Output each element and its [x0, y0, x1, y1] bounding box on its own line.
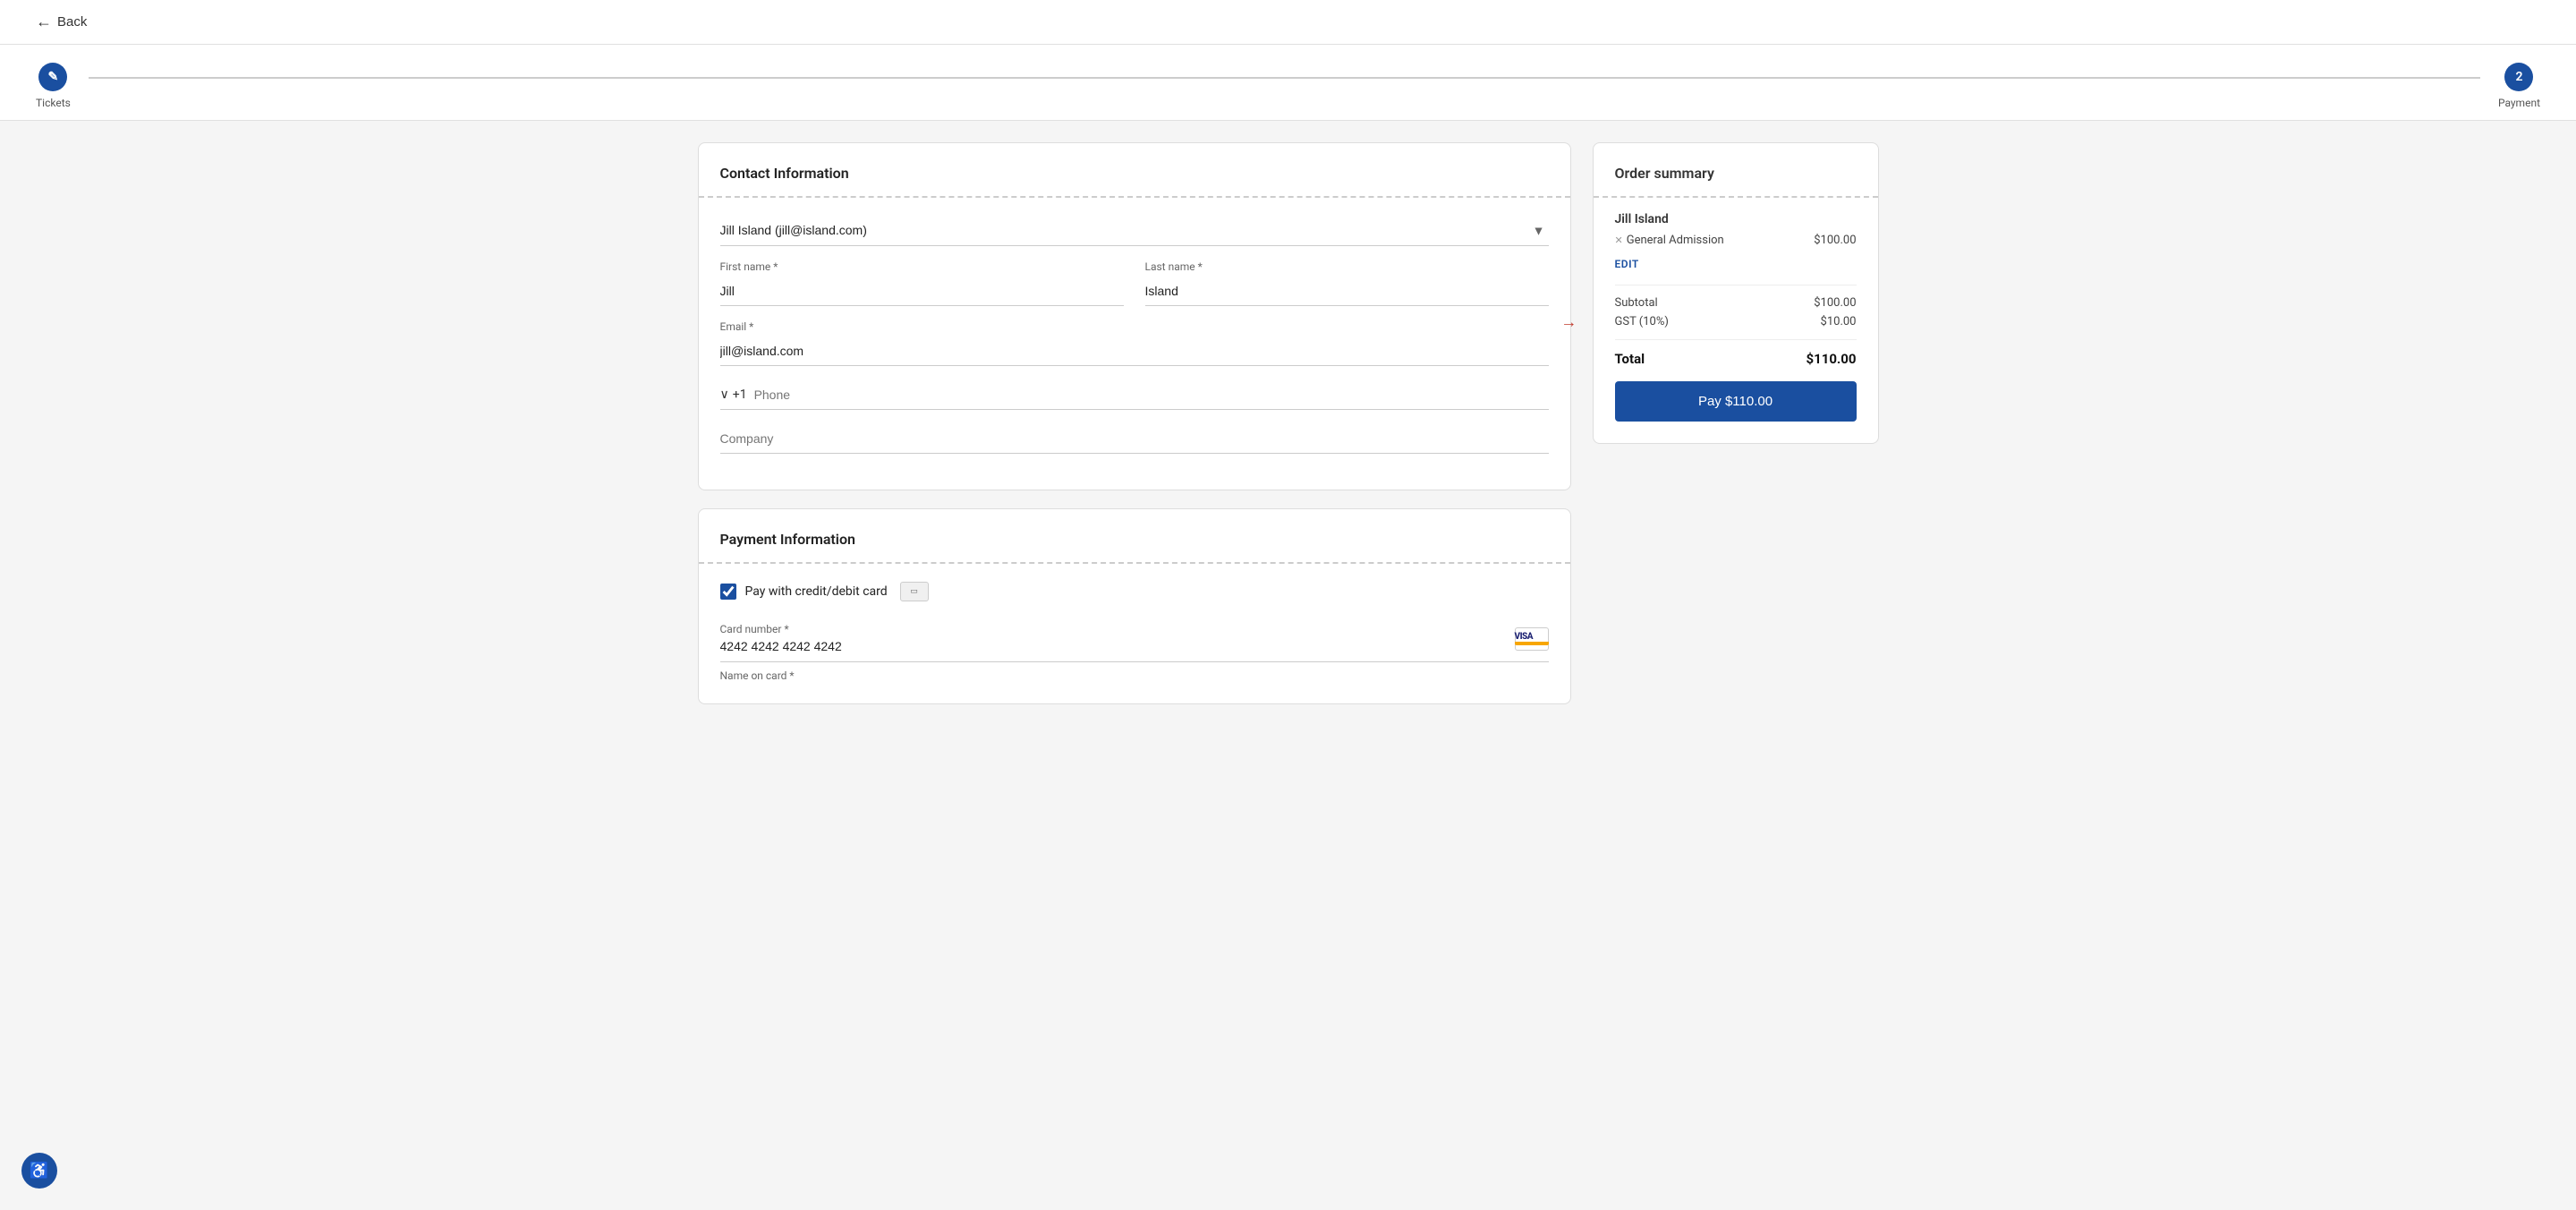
back-button[interactable]: ← Back — [36, 13, 87, 31]
contact-info-title: Contact Information — [720, 165, 1549, 182]
contact-divider — [699, 196, 1570, 198]
visa-badge: VISA — [1515, 627, 1549, 651]
card-number-row: Card number * VISA — [720, 616, 1549, 662]
phone-row: ∨ +1 — [720, 380, 1549, 410]
order-customer-name: Jill Island — [1615, 212, 1857, 226]
progress-bar: ✎ Tickets 2 Payment — [0, 45, 2576, 121]
gst-arrow-icon: → — [1561, 312, 1577, 331]
top-bar: ← Back — [0, 0, 2576, 45]
total-row: Total $110.00 — [1615, 351, 1857, 367]
subtotal-row: Subtotal $100.00 — [1615, 296, 1857, 310]
left-panel: Contact Information Jill Island (jill@is… — [698, 142, 1571, 704]
back-label: Back — [57, 14, 87, 30]
subtotal-label: Subtotal — [1615, 296, 1658, 310]
order-total-divider — [1615, 339, 1857, 340]
last-name-input[interactable] — [1145, 277, 1549, 306]
user-dropdown[interactable]: Jill Island (jill@island.com) — [720, 223, 1549, 237]
progress-line — [89, 77, 2480, 79]
ticket-price: $100.00 — [1814, 234, 1856, 247]
payment-divider — [699, 562, 1570, 564]
chevron-down-icon: ∨ — [720, 388, 729, 402]
remove-ticket-icon[interactable]: ✕ — [1615, 234, 1623, 246]
email-label: Email * — [720, 320, 1549, 333]
subtotal-value: $100.00 — [1814, 296, 1856, 310]
step-payment-label: Payment — [2498, 97, 2540, 109]
last-name-group: Last name * — [1145, 260, 1549, 306]
accessibility-button[interactable]: ♿ — [21, 1153, 57, 1189]
first-name-input[interactable] — [720, 277, 1124, 306]
email-input[interactable] — [720, 337, 1549, 366]
order-divider — [1594, 196, 1878, 198]
last-name-label: Last name * — [1145, 260, 1549, 273]
ticket-type-label: General Admission — [1627, 234, 1724, 247]
total-value: $110.00 — [1807, 351, 1857, 367]
step-payment: 2 Payment — [2498, 63, 2540, 109]
card-number-input[interactable] — [720, 639, 1504, 653]
contact-information-card: Contact Information Jill Island (jill@is… — [698, 142, 1571, 490]
card-number-label: Card number * — [720, 623, 1549, 635]
phone-input[interactable] — [754, 388, 1549, 402]
credit-card-row: Pay with credit/debit card ▭ — [720, 582, 1549, 601]
step-tickets: ✎ Tickets — [36, 63, 71, 109]
first-name-label: First name * — [720, 260, 1124, 273]
payment-info-title: Payment Information — [720, 531, 1549, 548]
order-summary-card: Order summary Jill Island ✕ General Admi… — [1593, 142, 1879, 444]
gst-label: GST (10%) — [1615, 315, 1669, 328]
step-tickets-label: Tickets — [36, 97, 71, 109]
user-select-wrapper[interactable]: Jill Island (jill@island.com) ▼ — [720, 216, 1549, 246]
step-payment-circle: 2 — [2504, 63, 2533, 91]
accessibility-icon: ♿ — [30, 1162, 49, 1180]
back-arrow-icon: ← — [36, 13, 52, 31]
visa-text: VISA — [1515, 632, 1549, 642]
company-group — [720, 424, 1549, 454]
order-item-row: ✕ General Admission $100.00 — [1615, 234, 1857, 247]
order-summary-title: Order summary — [1615, 165, 1857, 182]
email-group: Email * — [720, 320, 1549, 366]
name-row: First name * Last name * — [720, 260, 1549, 320]
company-input[interactable] — [720, 424, 1549, 454]
credit-card-checkbox[interactable] — [720, 584, 736, 600]
total-label: Total — [1615, 351, 1645, 367]
right-panel: Order summary Jill Island ✕ General Admi… — [1593, 142, 1879, 704]
main-content: Contact Information Jill Island (jill@is… — [662, 121, 1915, 726]
phone-code-selector[interactable]: ∨ +1 — [720, 388, 747, 402]
order-item-left: ✕ General Admission — [1615, 234, 1724, 247]
edit-link[interactable]: EDIT — [1615, 258, 1857, 270]
credit-card-label: Pay with credit/debit card — [745, 584, 888, 599]
gst-value: $10.00 — [1821, 315, 1857, 328]
gst-row: → GST (10%) $10.00 — [1615, 315, 1857, 328]
step-tickets-circle: ✎ — [38, 63, 67, 91]
card-icon: ▭ — [900, 582, 929, 601]
first-name-group: First name * — [720, 260, 1124, 306]
phone-code-value: +1 — [733, 388, 747, 402]
visa-bar — [1515, 642, 1549, 645]
pay-button[interactable]: Pay $110.00 — [1615, 381, 1857, 422]
name-on-card-label: Name on card * — [720, 669, 1549, 682]
payment-information-card: Payment Information Pay with credit/debi… — [698, 508, 1571, 704]
